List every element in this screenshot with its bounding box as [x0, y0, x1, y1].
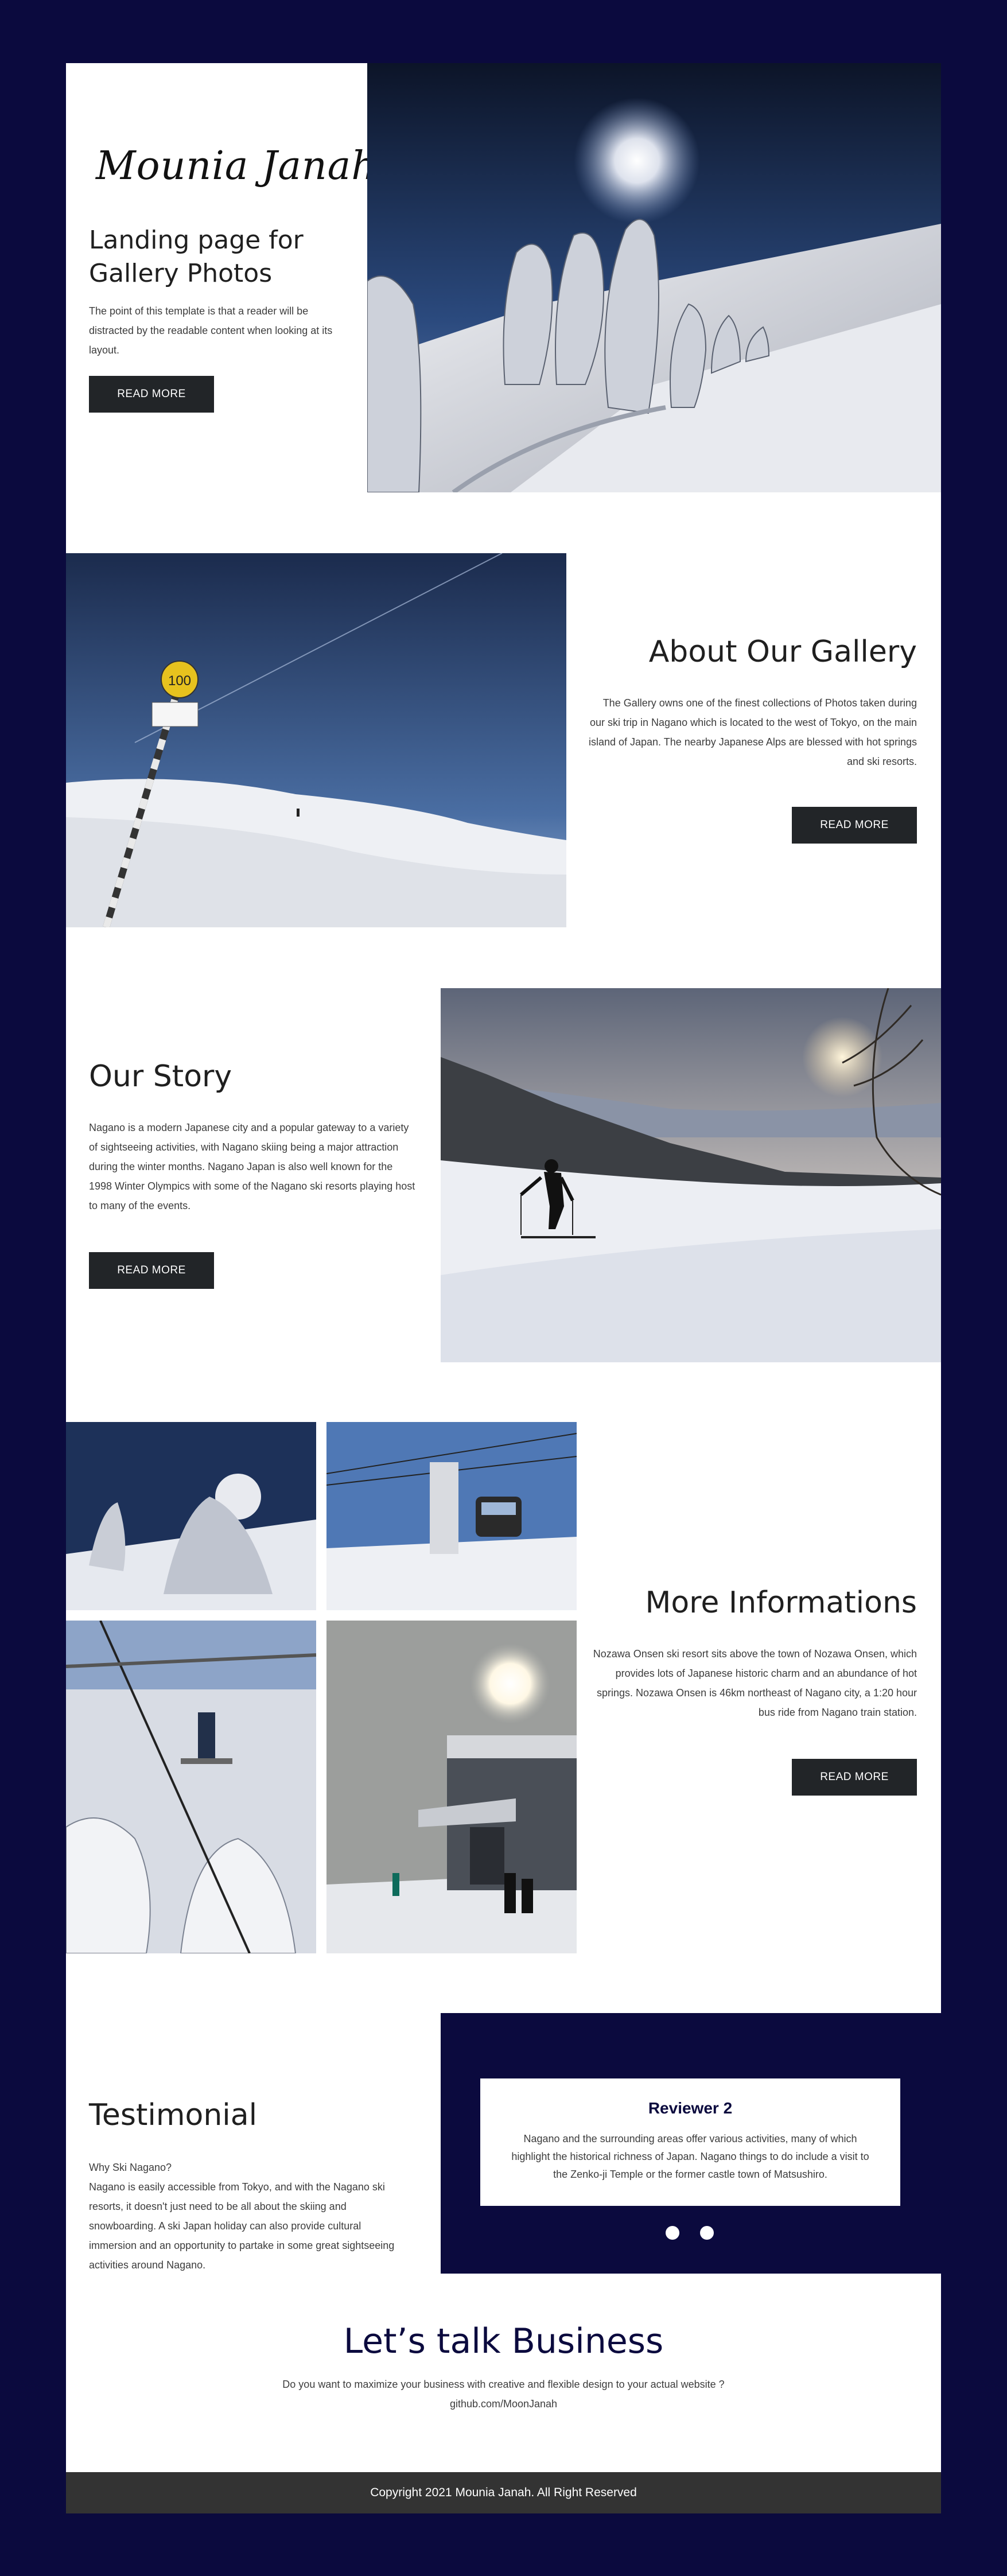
grid-photo-1	[66, 1422, 316, 1610]
about-title: About Our Gallery	[648, 635, 917, 669]
testimonial-title: Testimonial	[89, 2098, 258, 2132]
story-title: Our Story	[89, 1059, 232, 1094]
review-card-title: Reviewer 2	[648, 2099, 733, 2117]
testimonial-question: Why Ski Nagano?	[89, 2162, 172, 2173]
hero-text: The point of this template is that a rea…	[89, 305, 333, 356]
carousel-dot-2[interactable]	[700, 2226, 714, 2240]
skier-image	[441, 988, 941, 1362]
review-card: Reviewer 2 Nagano and the surrounding ar…	[480, 2078, 900, 2206]
story-photo	[441, 988, 941, 1362]
more-read-more-button[interactable]: READ MORE	[792, 1759, 917, 1796]
hero-title: Landing page for Gallery Photos	[89, 226, 304, 288]
hero-photo	[367, 63, 941, 492]
testimonial-text: Nagano is easily accessible from Tokyo, …	[89, 2181, 395, 2271]
more-text: Nozawa Onsen ski resort sits above the t…	[593, 1648, 917, 1718]
grid-photo-2	[326, 1422, 577, 1610]
chairlift-image	[66, 1621, 316, 1953]
more-title: More Informations	[645, 1586, 917, 1620]
gondola-image	[326, 1422, 577, 1610]
logo[interactable]: Mounia Janah	[96, 143, 377, 189]
business-title: Let’s talk Business	[343, 2321, 664, 2361]
snow-monsters-image	[367, 63, 941, 492]
hero-read-more-button[interactable]: READ MORE	[89, 376, 214, 413]
grid-photo-3	[66, 1621, 316, 1953]
footer-copyright: Copyright 2021 Mounia Janah. All Right R…	[370, 2486, 637, 2499]
page-container: Mounia Janah Landing page for Gallery Ph…	[66, 63, 941, 2513]
carousel-dot-1[interactable]	[666, 2226, 679, 2240]
about-read-more-button[interactable]: READ MORE	[792, 807, 917, 844]
business-link[interactable]: github.com/MoonJanah	[66, 2394, 941, 2414]
ski-station-image	[326, 1621, 577, 1953]
sign-number: 100	[168, 673, 191, 689]
snowy-trees-image	[66, 1422, 316, 1610]
story-read-more-button[interactable]: READ MORE	[89, 1252, 214, 1289]
story-text: Nagano is a modern Japanese city and a p…	[89, 1122, 415, 1211]
footer: Copyright 2021 Mounia Janah. All Right R…	[66, 2472, 941, 2513]
ski-sign-image: 100	[66, 553, 566, 927]
about-photo: 100	[66, 553, 566, 927]
grid-photo-4	[326, 1621, 577, 1953]
about-text: The Gallery owns one of the finest colle…	[588, 697, 917, 767]
review-card-text: Nagano and the surrounding areas offer v…	[511, 2133, 869, 2180]
business-text: Do you want to maximize your business wi…	[282, 2379, 725, 2390]
